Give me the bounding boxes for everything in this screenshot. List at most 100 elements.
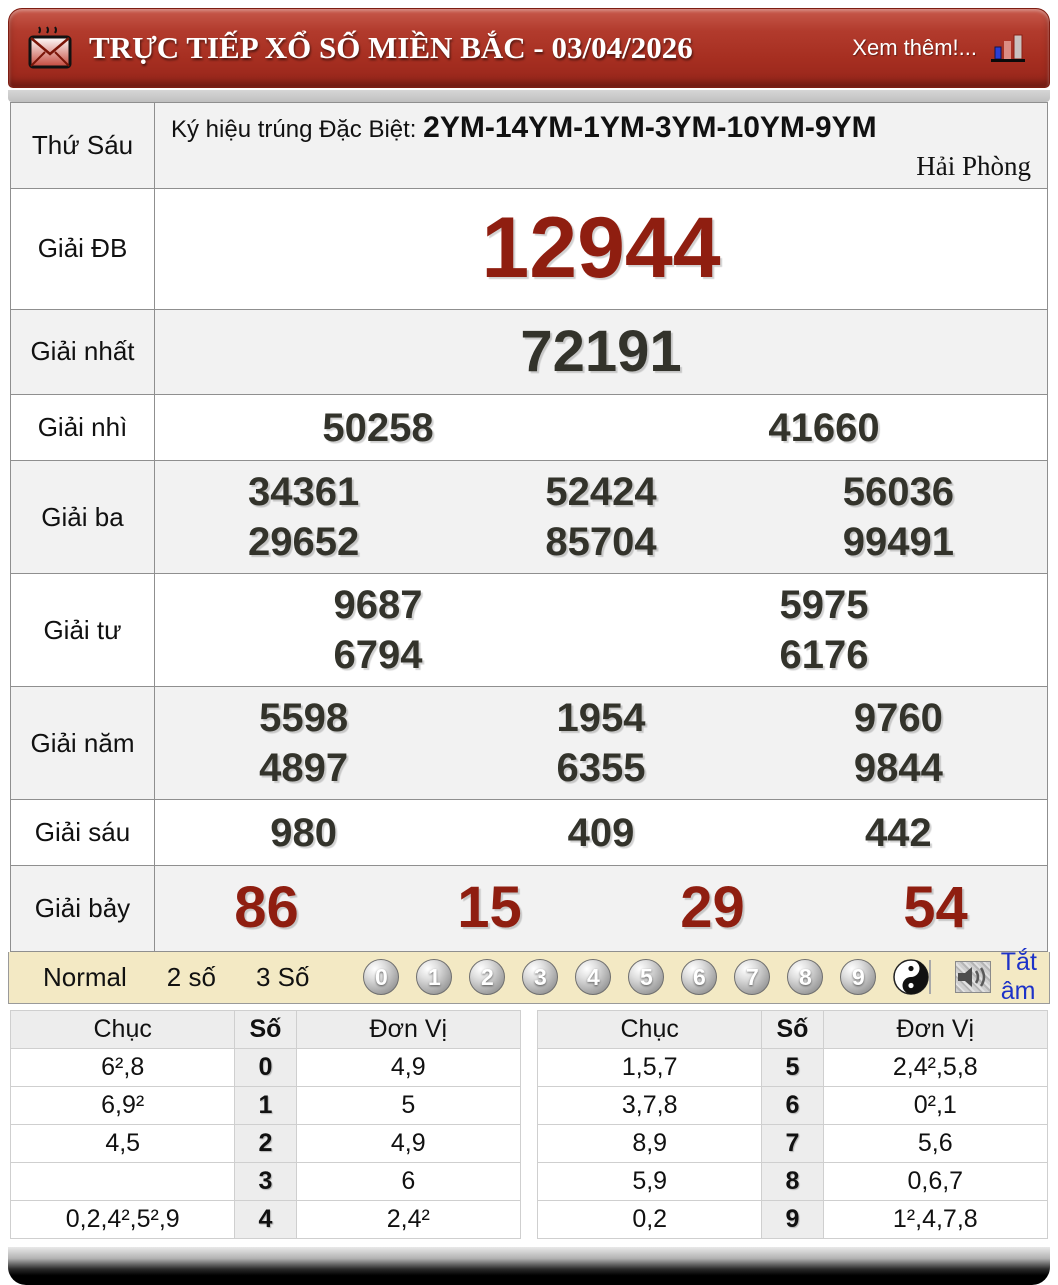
lottery-page: TRỰC TIẾP XỔ SỐ MIỀN BẮC - 03/04/2026 Xe… bbox=[0, 8, 1058, 1285]
prize-number: 1954 bbox=[556, 696, 646, 740]
so-cell: 7 bbox=[761, 1123, 824, 1163]
donvi-cell: 1²,4,7,8 bbox=[822, 1199, 1049, 1239]
see-more-link[interactable]: Xem thêm!... bbox=[852, 35, 977, 61]
special-sign-cell: Ký hiệu trúng Đặc Biệt: 2YM-14YM-1YM-3YM… bbox=[155, 103, 1047, 188]
footer-bar bbox=[8, 1246, 1050, 1285]
header-shadow-strip bbox=[8, 90, 1050, 102]
table-header-row: Chục Số Đơn Vị bbox=[536, 1009, 1049, 1049]
mute-label: Tắt âm bbox=[1000, 948, 1037, 1005]
prize-number: 442 bbox=[864, 810, 932, 855]
prize-number: 6176 bbox=[779, 633, 869, 677]
donvi-cell: 4,9 bbox=[295, 1123, 522, 1163]
prize-label: Giải nhì bbox=[11, 395, 155, 460]
prize-row-3: Giải ba 34361 52424 56036 29652 85704 99… bbox=[11, 461, 1047, 574]
ball-5[interactable]: 5 bbox=[628, 959, 665, 995]
mute-control[interactable]: Tắt âm bbox=[929, 948, 1051, 1006]
ball-9[interactable]: 9 bbox=[840, 959, 877, 995]
chart-icon[interactable] bbox=[989, 31, 1027, 65]
page-title: TRỰC TIẾP XỔ SỐ MIỀN BẮC - 03/04/2026 bbox=[89, 30, 693, 65]
prize-number: 85704 bbox=[545, 520, 657, 564]
so-cell: 6 bbox=[761, 1085, 824, 1125]
prize-number: 409 bbox=[567, 810, 635, 855]
prize-number: 5598 bbox=[259, 696, 349, 740]
ball-8[interactable]: 8 bbox=[787, 959, 824, 995]
header-bar: TRỰC TIẾP XỔ SỐ MIỀN BẮC - 03/04/2026 Xe… bbox=[8, 8, 1050, 88]
prize-row-6: Giải sáu 980 409 442 bbox=[11, 800, 1047, 866]
prize-number: 15 bbox=[457, 875, 522, 940]
yin-yang-icon[interactable] bbox=[893, 959, 930, 995]
so-cell: 9 bbox=[761, 1199, 824, 1239]
mode-3-digits[interactable]: 3 Số bbox=[236, 962, 330, 993]
donvi-cell: 0²,1 bbox=[822, 1085, 1049, 1125]
prize-number: 56036 bbox=[842, 470, 954, 514]
col-header-chuc: Chục bbox=[9, 1009, 236, 1049]
prize-number: 50258 bbox=[322, 405, 434, 450]
prize-row-4: Giải tư 9687 5975 6794 6176 bbox=[11, 574, 1047, 687]
chuc-cell: 8,9 bbox=[536, 1123, 763, 1163]
prize-label: Giải ĐB bbox=[11, 189, 155, 309]
digit-ball-row: 0 1 2 3 4 5 6 7 8 9 bbox=[363, 959, 930, 995]
control-bar: Normal 2 số 3 Số 0 1 2 3 4 5 6 7 8 9 Tắt… bbox=[8, 948, 1050, 1005]
donvi-cell: 6 bbox=[295, 1161, 522, 1201]
province-name: Hải Phòng bbox=[916, 151, 1031, 181]
donvi-cell: 2,4² bbox=[295, 1199, 522, 1239]
ball-1[interactable]: 1 bbox=[416, 959, 453, 995]
weekday-label: Thứ Sáu bbox=[11, 103, 155, 188]
chuc-cell: 0,2 bbox=[536, 1199, 763, 1239]
table-row: 4,5 2 4,9 bbox=[9, 1123, 522, 1163]
prize-number: 9760 bbox=[853, 696, 943, 740]
donvi-cell: 5,6 bbox=[822, 1123, 1049, 1163]
prize-number: 6794 bbox=[333, 633, 423, 677]
so-cell: 5 bbox=[761, 1047, 824, 1087]
prize-number: 99491 bbox=[842, 520, 954, 564]
info-row: Thứ Sáu Ký hiệu trúng Đặc Biệt: 2YM-14YM… bbox=[11, 103, 1047, 189]
prize-row-2: Giải nhì 50258 41660 bbox=[11, 395, 1047, 461]
prize-number: 980 bbox=[270, 810, 338, 855]
ball-7[interactable]: 7 bbox=[734, 959, 771, 995]
prize-number: 29 bbox=[680, 875, 745, 940]
ball-0[interactable]: 0 bbox=[363, 959, 400, 995]
prize-label: Giải tư bbox=[11, 574, 155, 686]
prize-label: Giải năm bbox=[11, 687, 155, 799]
donvi-cell: 2,4²,5,8 bbox=[822, 1047, 1049, 1087]
prize-number: 12944 bbox=[481, 200, 721, 296]
special-sign-line: Ký hiệu trúng Đặc Biệt: 2YM-14YM-1YM-3YM… bbox=[171, 111, 1031, 145]
prize-row-db: Giải ĐB 12944 bbox=[11, 189, 1047, 310]
ball-4[interactable]: 4 bbox=[575, 959, 612, 995]
so-cell: 3 bbox=[234, 1161, 297, 1201]
prize-number: 72191 bbox=[520, 318, 682, 384]
mode-2-digits[interactable]: 2 số bbox=[147, 962, 236, 993]
prize-number: 86 bbox=[234, 875, 299, 940]
col-header-so: Số bbox=[234, 1009, 297, 1049]
ball-6[interactable]: 6 bbox=[681, 959, 718, 995]
chuc-cell bbox=[9, 1161, 236, 1201]
chuc-cell: 5,9 bbox=[536, 1161, 763, 1201]
table-row: 3,7,8 6 0²,1 bbox=[536, 1085, 1049, 1125]
prize-number: 54 bbox=[903, 875, 968, 940]
speaker-icon[interactable] bbox=[954, 961, 991, 993]
so-cell: 8 bbox=[761, 1161, 824, 1201]
special-sign-label: Ký hiệu trúng Đặc Biệt: bbox=[171, 116, 417, 143]
divider bbox=[929, 960, 931, 994]
chuc-cell: 1,5,7 bbox=[536, 1047, 763, 1087]
chuc-cell: 0,2,4²,5²,9 bbox=[9, 1199, 236, 1239]
prize-label: Giải ba bbox=[11, 461, 155, 573]
so-cell: 4 bbox=[234, 1199, 297, 1239]
prize-number: 52424 bbox=[545, 470, 657, 514]
donvi-cell: 5 bbox=[295, 1085, 522, 1125]
prize-row-5: Giải năm 5598 1954 9760 4897 6355 9844 bbox=[11, 687, 1047, 800]
col-header-donvi: Đơn Vị bbox=[295, 1009, 522, 1049]
chuc-cell: 6,9² bbox=[9, 1085, 236, 1125]
results-table: Thứ Sáu Ký hiệu trúng Đặc Biệt: 2YM-14YM… bbox=[10, 102, 1048, 952]
ball-2[interactable]: 2 bbox=[469, 959, 506, 995]
table-row: 0,2,4²,5²,9 4 2,4² bbox=[9, 1199, 522, 1239]
ball-3[interactable]: 3 bbox=[522, 959, 559, 995]
prize-row-1: Giải nhất 72191 bbox=[11, 309, 1047, 395]
table-row: 6,9² 1 5 bbox=[9, 1085, 522, 1125]
special-sign-code: 2YM-14YM-1YM-3YM-10YM-9YM bbox=[423, 111, 877, 144]
mode-normal[interactable]: Normal bbox=[23, 962, 147, 993]
prize-row-7: Giải bảy 86 15 29 54 bbox=[11, 866, 1047, 951]
table-row: 5,9 8 0,6,7 bbox=[536, 1161, 1049, 1201]
prize-label: Giải sáu bbox=[11, 800, 155, 865]
table-header-row: Chục Số Đơn Vị bbox=[9, 1009, 522, 1049]
